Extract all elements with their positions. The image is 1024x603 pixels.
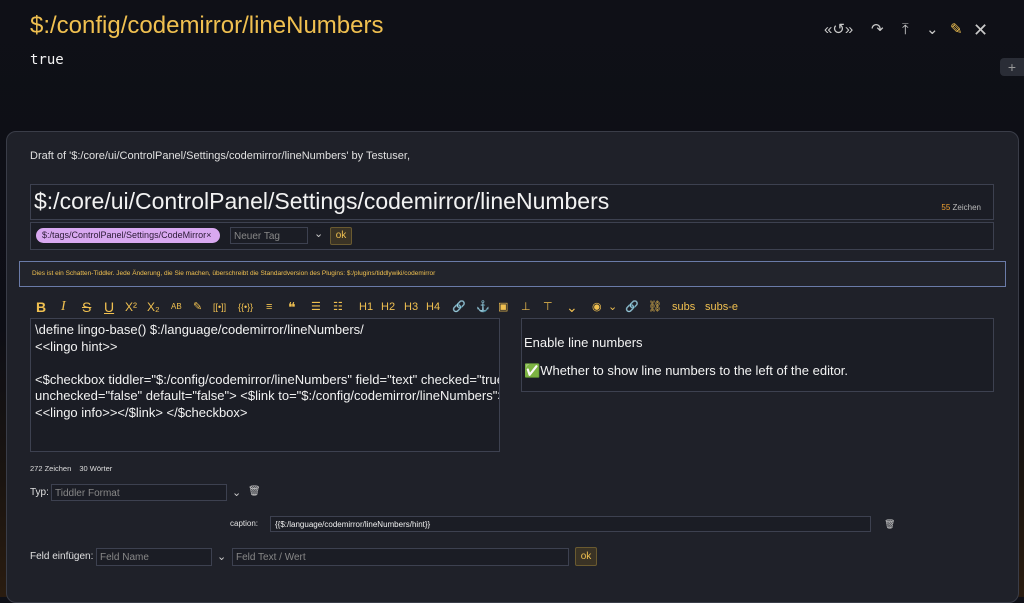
text-line: <<lingo info>></$link> </$checkbox> <box>35 404 248 420</box>
heading3-button[interactable]: H3 <box>404 299 418 315</box>
field-name-input[interactable]: Feld Name <box>96 548 212 566</box>
text-editor[interactable]: \define lingo-base() $:/language/codemir… <box>30 318 500 452</box>
subs-e-button[interactable]: subs-e <box>705 299 738 315</box>
italic-icon[interactable]: I <box>61 299 66 315</box>
underline-icon[interactable]: U <box>104 299 114 315</box>
text-line: unchecked="false" default="false"> <$lin… <box>35 388 500 403</box>
add-tag-button[interactable]: ok <box>330 227 352 245</box>
link-icon[interactable]: 🔗 <box>452 299 466 315</box>
quote-icon[interactable]: ❝ <box>288 299 296 315</box>
subscript-icon[interactable]: X₂ <box>147 299 160 315</box>
more-icon[interactable]: ⌄ <box>566 299 578 315</box>
caption-input[interactable]: {{$:/language/codemirror/lineNumbers/hin… <box>270 516 871 532</box>
field-value-input[interactable]: Feld Text / Wert <box>232 548 569 566</box>
type-input[interactable]: Tiddler Format <box>51 484 227 501</box>
bold-icon[interactable]: B <box>36 299 46 315</box>
text-line <box>35 355 495 372</box>
preview-icon[interactable]: ◉ <box>592 299 602 315</box>
number-list-icon[interactable]: ☷ <box>333 299 343 315</box>
preview-pane: Enable line numbers ✅Whether to show lin… <box>521 318 994 392</box>
stamp2-icon[interactable]: ⊥ <box>521 299 531 315</box>
word-count: 30 Wörter <box>79 464 113 473</box>
heading2-button[interactable]: H2 <box>381 299 395 315</box>
checkbox-checked-icon[interactable]: ✅ <box>524 363 540 378</box>
edit-pencil-icon[interactable]: ✎ <box>950 20 963 40</box>
new-tag-input[interactable]: Neuer Tag <box>230 227 308 244</box>
text-line: <<lingo hint>> <box>35 338 118 354</box>
sidebar-toggle-icon[interactable]: + <box>1000 58 1024 76</box>
tag-row: $:/tags/ControlPanel/Settings/CodeMirror… <box>30 222 994 250</box>
title-input[interactable]: $:/core/ui/ControlPanel/Settings/codemir… <box>30 184 994 220</box>
text-counts: 272 Zeichen 30 Wörter <box>30 464 118 473</box>
tag-label: $:/tags/ControlPanel/Settings/CodeMirror <box>42 230 207 240</box>
link2-icon[interactable]: 🔗 <box>625 299 639 315</box>
shadow-tiddler-notice: Dies ist ein Schatten-Tiddler. Jede Ände… <box>19 261 1006 287</box>
collapse-others-icon[interactable]: ⤒ <box>902 20 909 40</box>
tag-remove-icon[interactable]: × <box>206 230 211 240</box>
text-line: <$checkbox tiddler="$:/config/codemirror… <box>35 371 500 387</box>
preview-checkbox-row[interactable]: ✅Whether to show line numbers to the lef… <box>524 363 848 379</box>
tag-pill[interactable]: $:/tags/ControlPanel/Settings/CodeMirror… <box>36 228 220 243</box>
anchor-icon[interactable]: ⚓ <box>476 299 490 315</box>
tiddler-title: $:/config/codemirror/lineNumbers <box>30 12 384 39</box>
caption-label: caption: <box>230 519 259 528</box>
smallcaps-icon[interactable]: AB <box>171 299 182 315</box>
caption-delete-trash-icon[interactable]: 🗑 <box>884 519 895 530</box>
preview-heading: Enable line numbers <box>524 335 643 350</box>
type-dropdown-chevron-icon[interactable]: ⌄ <box>232 486 241 499</box>
superscript-icon[interactable]: X² <box>125 299 137 315</box>
close-icon[interactable]: ✕ <box>973 20 988 40</box>
subs-button[interactable]: subs <box>672 299 695 315</box>
field-name-chevron-icon[interactable]: ⌄ <box>217 550 226 563</box>
wikilink-icon[interactable]: [[•]] <box>213 299 226 315</box>
preview-type-icon[interactable]: ⌄ <box>608 299 617 315</box>
heading4-button[interactable]: H4 <box>426 299 440 315</box>
linkify-icon[interactable]: ⛓ <box>648 299 662 315</box>
preview-checkbox-label[interactable]: Whether to show line numbers to the left… <box>540 363 848 378</box>
excise-icon[interactable]: ⊤ <box>543 299 553 315</box>
type-delete-trash-icon[interactable]: 🗑 <box>248 486 261 497</box>
title-input-value: $:/core/ui/ControlPanel/Settings/codemir… <box>34 188 610 214</box>
shadow-notice-text: Dies ist ein Schatten-Tiddler. Jede Ände… <box>32 270 436 277</box>
tag-dropdown-chevron-icon[interactable]: ⌄ <box>314 227 323 240</box>
history-icon[interactable]: «↺» <box>824 20 853 40</box>
draft-info: Draft of '$:/core/ui/ControlPanel/Settin… <box>30 150 410 162</box>
strikethrough-icon[interactable]: S <box>82 299 91 315</box>
clear-format-icon[interactable]: ✎ <box>193 299 202 315</box>
char-count: 272 Zeichen <box>30 464 72 473</box>
add-field-label: Feld einfügen: <box>30 551 94 562</box>
transclude-icon[interactable]: {{•}} <box>238 299 253 315</box>
title-char-count: 55 Zeichen <box>941 203 981 212</box>
tiddler-value: true <box>30 52 64 68</box>
more-chevron-icon[interactable]: ⌄ <box>926 20 939 40</box>
image-icon[interactable]: ▣ <box>498 299 508 315</box>
text-line: \define lingo-base() $:/language/codemir… <box>35 322 364 337</box>
add-field-button[interactable]: ok <box>575 547 597 566</box>
redo-icon[interactable]: ↷ <box>871 20 884 40</box>
bullet-list-icon[interactable]: ☰ <box>311 299 321 315</box>
stamp-icon[interactable]: ≡ <box>266 299 272 315</box>
type-label: Typ: <box>30 487 49 498</box>
heading1-button[interactable]: H1 <box>359 299 373 315</box>
